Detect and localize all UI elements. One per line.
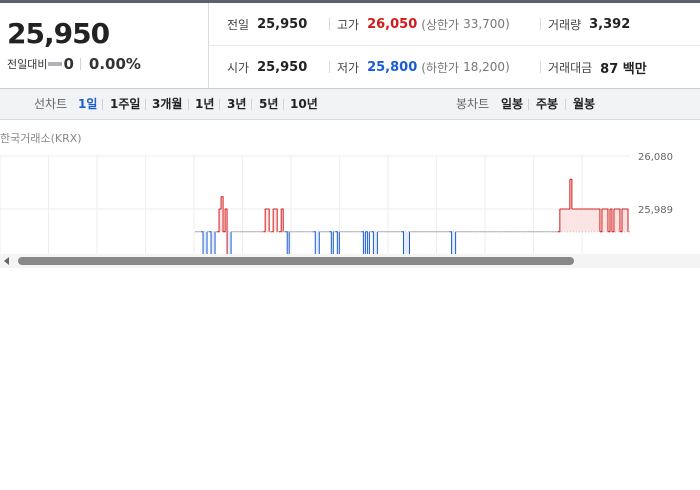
area-fill — [581, 209, 584, 232]
change-row: 전일대비 0 0.00% — [7, 55, 141, 73]
tab-10y[interactable]: 10년 — [290, 89, 318, 119]
divider — [79, 58, 81, 70]
area-fill — [593, 209, 596, 232]
change-rate: 0.00% — [88, 55, 141, 73]
price-line-segment — [279, 209, 282, 233]
volume-value: 3,392 — [589, 16, 631, 32]
price-line-segment — [371, 231, 374, 254]
price-line-segment — [329, 231, 332, 254]
price-line-segment — [557, 209, 561, 233]
area-fill — [589, 209, 592, 232]
price-line-segment — [313, 231, 316, 254]
area-fill — [563, 209, 566, 232]
area-fill — [585, 209, 588, 232]
price-line-segment — [401, 231, 404, 254]
tab-weekly[interactable]: 주봉 — [536, 89, 558, 119]
area-fill — [615, 209, 618, 232]
area-fill — [561, 209, 564, 232]
open-value: 25,950 — [257, 59, 308, 75]
low-cell: 저가 25,800 (하한가 18,200) — [329, 46, 510, 88]
trade-amount-value: 87 백만 — [600, 61, 647, 77]
volume-cell: 거래량 3,392 — [540, 3, 630, 45]
upper-limit-value: 33,700) — [463, 17, 510, 31]
area-fill — [623, 209, 626, 232]
intraday-chart-svg: 26,08025,98925,898 — [0, 152, 673, 254]
data-source: 한국거래소(KRX) — [0, 132, 82, 145]
price-line-segment — [271, 209, 274, 233]
price-line-segment — [285, 231, 288, 254]
prev-close-cell: 전일 25,950 — [227, 16, 308, 32]
tab-3m[interactable]: 3개월 — [152, 89, 182, 119]
current-price: 25,950 — [7, 17, 110, 50]
open-cell: 시가 25,950 — [227, 59, 308, 75]
price-line-segment — [201, 231, 204, 254]
scroll-left-arrow-icon[interactable] — [4, 257, 9, 265]
price-line-segment — [335, 231, 338, 254]
intraday-chart: 26,08025,98925,898 — [0, 148, 700, 254]
area-fill — [577, 209, 580, 232]
prev-close-value: 25,950 — [257, 16, 308, 32]
tab-1w[interactable]: 1주일 — [110, 89, 140, 119]
price-line-segment — [449, 231, 453, 254]
tab-5y[interactable]: 5년 — [259, 89, 278, 119]
chart-tabs: 선차트 1일 1주일 3개월 1년 3년 5년 10년 봉차트 일봉 주봉 월봉 — [0, 89, 700, 120]
y-tick-label: 25,989 — [638, 205, 673, 216]
price-line-segment — [217, 209, 220, 233]
area-fill — [567, 209, 570, 232]
area-fill — [565, 209, 568, 232]
price-line-segment — [209, 231, 212, 254]
area-fill — [587, 209, 590, 232]
tab-1d[interactable]: 1일 — [78, 89, 97, 119]
quote-row-2: 시가 25,950 저가 25,800 (하한가 18,200) 거래대금 87… — [209, 46, 700, 88]
tab-monthly[interactable]: 월봉 — [573, 89, 595, 119]
y-tick-label: 26,080 — [638, 152, 673, 163]
lower-limit-value: 18,200) — [463, 60, 510, 74]
quote-row-1: 전일 25,950 고가 26,050 (상한가 33,700) 거래량 3,3… — [209, 3, 700, 46]
area-fill — [595, 209, 598, 232]
line-chart-label: 선차트 — [34, 97, 68, 111]
price-summary: 25,950 전일대비 0 0.00% 전일 25,950 고가 26,050 … — [0, 3, 700, 89]
tab-3y[interactable]: 3년 — [227, 89, 246, 119]
low-value: 25,800 — [367, 59, 418, 75]
chart-scrollbar[interactable] — [0, 254, 700, 268]
area-fill — [405, 231, 408, 254]
price-line-segment — [361, 231, 364, 254]
area-fill — [583, 209, 586, 232]
current-price-box: 25,950 전일대비 0 0.00% — [0, 3, 209, 88]
price-line-segment — [219, 196, 222, 210]
price-line-segment — [567, 179, 571, 210]
high-value: 26,050 — [367, 16, 418, 32]
tab-daily[interactable]: 일봉 — [501, 89, 523, 119]
quote-info-grid: 전일 25,950 고가 26,050 (상한가 33,700) 거래량 3,3… — [209, 3, 700, 88]
area-fill — [579, 209, 582, 232]
change-label: 전일대비 — [7, 58, 48, 71]
price-line-segment — [263, 209, 266, 233]
area-fill — [573, 209, 576, 232]
tab-1y[interactable]: 1년 — [195, 89, 214, 119]
area-fill — [591, 209, 594, 232]
area-fill — [571, 209, 574, 232]
trade-amount-cell: 거래대금 87 백만 — [540, 46, 647, 88]
scroll-thumb[interactable] — [18, 257, 574, 265]
change-value: 0 — [63, 55, 74, 73]
area-fill — [575, 209, 578, 232]
flat-icon — [48, 62, 63, 66]
high-cell: 고가 26,050 (상한가 33,700) — [329, 3, 510, 45]
area-fill — [603, 209, 606, 232]
candle-chart-label: 봉차트 — [456, 97, 490, 111]
